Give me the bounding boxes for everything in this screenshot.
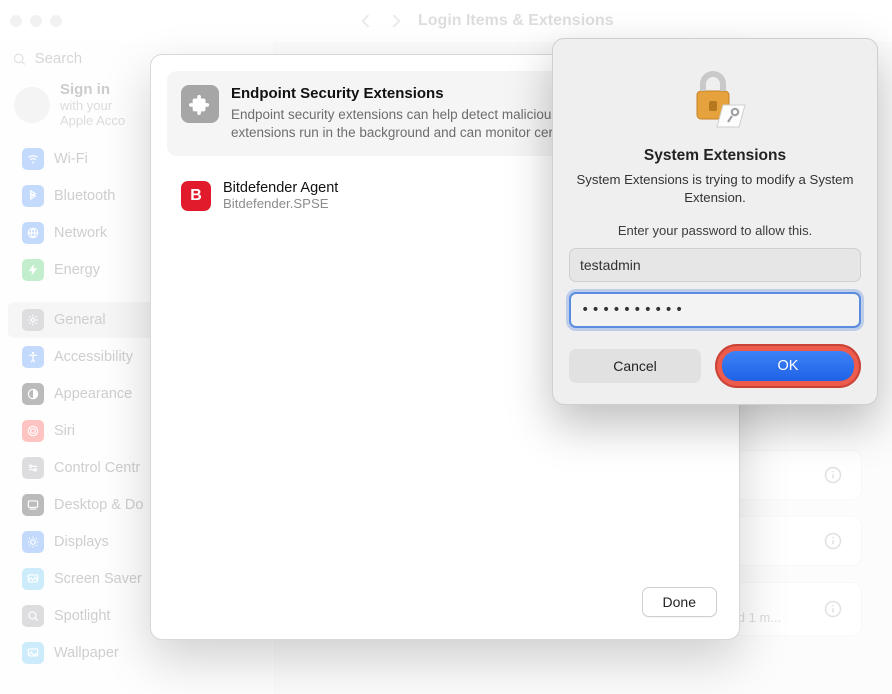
- ok-button[interactable]: OK: [722, 351, 854, 381]
- extension-icon: [181, 85, 219, 123]
- ok-highlight-ring: OK: [715, 344, 861, 388]
- dialog-hint: Enter your password to allow this.: [618, 223, 812, 238]
- auth-dialog: System Extensions System Extensions is t…: [552, 38, 878, 405]
- username-field[interactable]: [569, 248, 861, 282]
- done-button[interactable]: Done: [642, 587, 717, 617]
- sheet-footer: Done: [167, 579, 723, 623]
- lock-icon: [679, 61, 751, 133]
- agent-sub: Bitdefender.SPSE: [223, 196, 338, 211]
- password-field[interactable]: [569, 292, 861, 328]
- cancel-button[interactable]: Cancel: [569, 349, 701, 383]
- agent-title: Bitdefender Agent: [223, 180, 338, 196]
- dialog-subtitle: System Extensions is trying to modify a …: [569, 171, 861, 207]
- dialog-title: System Extensions: [644, 147, 786, 165]
- bitdefender-icon: B: [181, 181, 211, 211]
- dialog-buttons: Cancel OK: [569, 344, 861, 388]
